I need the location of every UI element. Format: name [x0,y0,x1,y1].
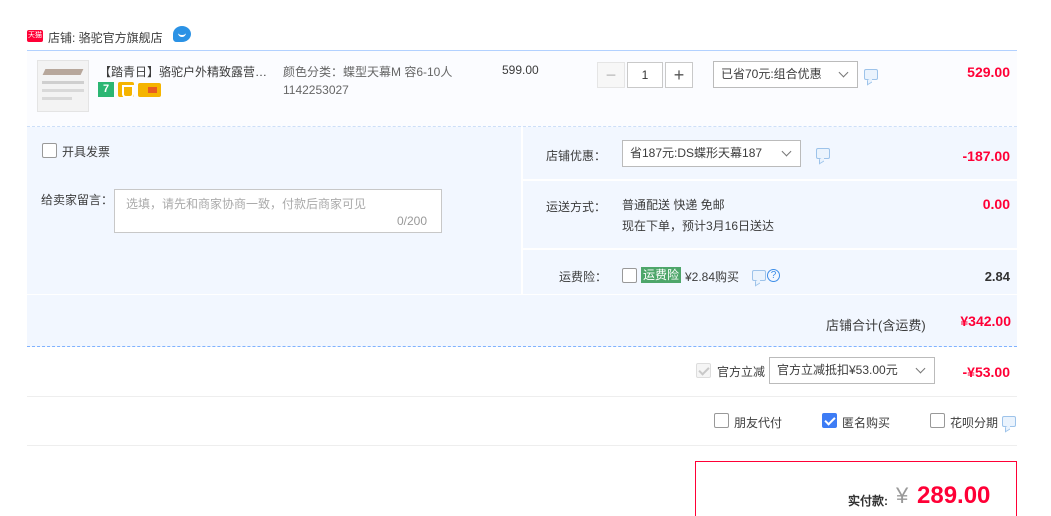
shop-name[interactable]: 店铺: 骆驼官方旗舰店 [48,29,163,46]
quantity-input[interactable]: 1 [627,62,663,88]
chevron-down-icon [915,363,926,374]
huabei-label[interactable]: 花呗分期 [950,414,998,431]
shop-coupon-value: 省187元:DS蝶形天幕187 [630,146,763,160]
insurance-tag: 运费险 [641,267,682,283]
divider [27,445,1017,446]
currency-symbol: ¥ [896,483,909,508]
shipping-eta: 现在下单，预计3月16日送达 [622,219,775,233]
item-unit-price: 599.00 [502,63,539,77]
shipping-amount: 0.00 [982,196,1010,212]
payment-label: 实付款: [848,494,888,508]
item-sku: 颜色分类：蝶型天幕M 容6-10人 [283,65,453,79]
shop-total-label: 店铺合计(含运费) [826,318,926,333]
comment-icon[interactable] [752,270,766,281]
item-thumbnail[interactable] [37,60,89,112]
promo-select-value: 已省70元:组合优惠 [721,67,822,81]
comment-icon[interactable] [864,69,878,80]
chevron-down-icon [781,146,792,157]
memo-placeholder: 选填，请先和商家协商一致，付款后商家可见 [126,197,367,211]
wangwang-chat-icon[interactable] [173,26,191,42]
official-discount-checkbox[interactable] [696,363,711,378]
guarantee-icon[interactable] [118,82,134,98]
item-total-price: 529.00 [967,64,1010,80]
anonymous-label[interactable]: 匿名购买 [842,414,890,431]
official-discount-select[interactable]: 官方立减抵扣¥53.00元 [769,357,935,384]
invoice-checkbox[interactable] [42,143,57,158]
official-discount-amount: -¥53.00 [962,364,1010,380]
friend-pay-checkbox[interactable] [714,413,729,428]
insurance-amount: 2.84 [984,269,1010,284]
chevron-down-icon [838,67,849,78]
payment-amount: 289.00 [917,482,991,509]
comment-icon[interactable] [816,148,830,159]
anonymous-checkbox[interactable] [822,413,837,428]
shipping-method: 普通配送 快递 免邮 [622,198,725,212]
item-code: 1142253027 [283,83,349,97]
invoice-label[interactable]: 开具发票 [62,143,110,160]
seven-day-return-icon[interactable]: 7 [98,82,114,97]
memo-label: 给卖家留言： [41,193,114,207]
comment-icon[interactable] [1002,416,1016,427]
shipping-label: 运送方式： [546,200,607,214]
huabei-checkbox[interactable] [930,413,945,428]
shop-total-amount: ¥342.00 [960,313,1011,329]
quantity-decrease-button[interactable]: − [597,62,625,88]
quantity-increase-button[interactable]: + [665,62,693,88]
friend-pay-label[interactable]: 朋友代付 [734,414,782,431]
insurance-checkbox[interactable] [622,268,637,283]
card-icon[interactable] [138,83,161,97]
cart-item-row [27,50,1017,127]
official-discount-label: 官方立减 [717,365,766,379]
tmall-logo-icon: 天猫 [27,30,43,42]
item-title-link[interactable]: 【踏青日】骆驼户外精致露营蝶形天幕 [99,63,277,80]
memo-char-count: 0/200 [397,214,428,228]
promo-select[interactable]: 已省70元:组合优惠 [713,61,858,88]
shop-coupon-select[interactable]: 省187元:DS蝶形天幕187 [622,140,801,167]
insurance-price: ¥2.84购买 [685,270,740,284]
shop-discount-amount: -187.00 [962,148,1010,164]
divider [27,396,1017,397]
insurance-label: 运费险： [559,270,608,284]
official-discount-value: 官方立减抵扣¥53.00元 [777,363,898,377]
help-icon[interactable]: ? [767,269,780,282]
shop-discount-label: 店铺优惠： [546,149,607,163]
